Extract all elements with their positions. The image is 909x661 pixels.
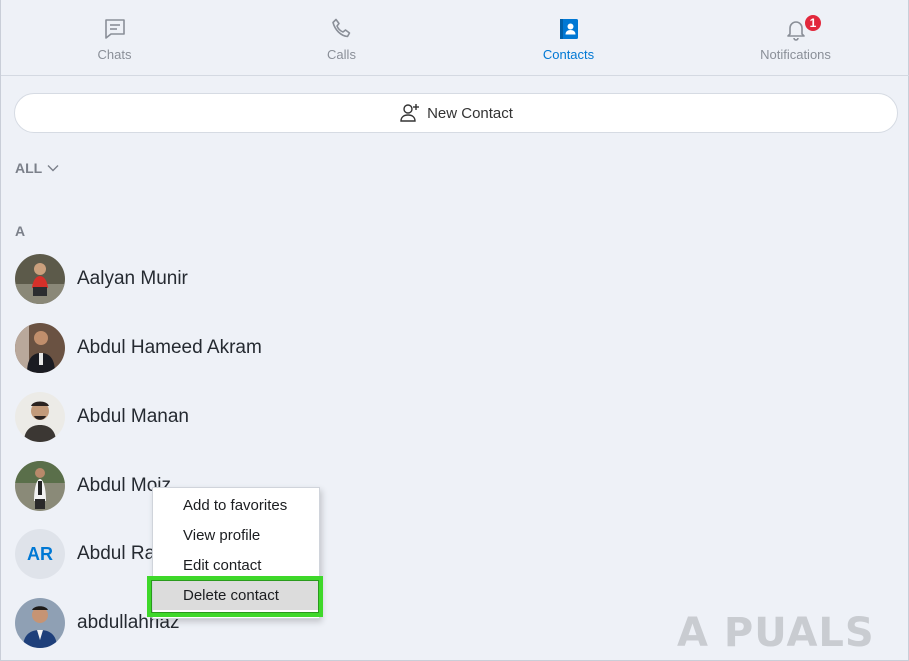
avatar [15,392,65,442]
tab-contacts[interactable]: Contacts [455,0,682,76]
list-item[interactable]: Aalyan Munir [1,249,909,309]
list-item[interactable]: Abdul Moiz [1,456,909,516]
avatar [15,323,65,373]
chat-icon [102,16,128,42]
watermark: A PUALS [677,610,887,656]
tab-label: Calls [327,47,356,62]
tab-chats[interactable]: Chats [1,0,228,76]
tab-label: Chats [97,47,132,62]
top-navigation: Chats Calls Contacts 1 Notifications [1,0,909,76]
chevron-down-icon [47,164,59,172]
contacts-book-icon [556,16,582,42]
new-contact-button[interactable]: New Contact [14,93,898,133]
watermark-text: A PUALS [677,610,875,656]
notification-badge: 1 [803,13,823,33]
tab-label: Contacts [542,47,595,62]
section-header: A [15,223,26,239]
list-item[interactable]: AR Abdul Rauf [1,524,909,584]
filter-label: ALL [15,160,43,176]
app-window: Chats Calls Contacts 1 Notifications New [0,0,909,661]
add-person-icon [399,102,421,124]
avatar [15,598,65,648]
avatar: AR [15,529,65,579]
menu-item-view-profile[interactable]: View profile [153,520,319,550]
contact-name: Abdul Manan [77,406,189,427]
contact-name: Aalyan Munir [77,268,188,289]
tab-calls[interactable]: Calls [228,0,455,76]
list-item[interactable]: Abdul Manan [1,387,909,447]
tab-label: Notifications [760,47,831,62]
tab-notifications[interactable]: 1 Notifications [682,0,909,76]
avatar [15,461,65,511]
contacts-filter-dropdown[interactable]: ALL [15,160,59,176]
menu-item-add-to-favorites[interactable]: Add to favorites [153,490,319,520]
phone-icon [329,16,355,42]
list-item[interactable]: Abdul Hameed Akram [1,318,909,378]
highlight-annotation [147,576,323,617]
contact-name: Abdul Hameed Akram [77,337,262,358]
avatar [15,254,65,304]
new-contact-label: New Contact [427,104,513,122]
